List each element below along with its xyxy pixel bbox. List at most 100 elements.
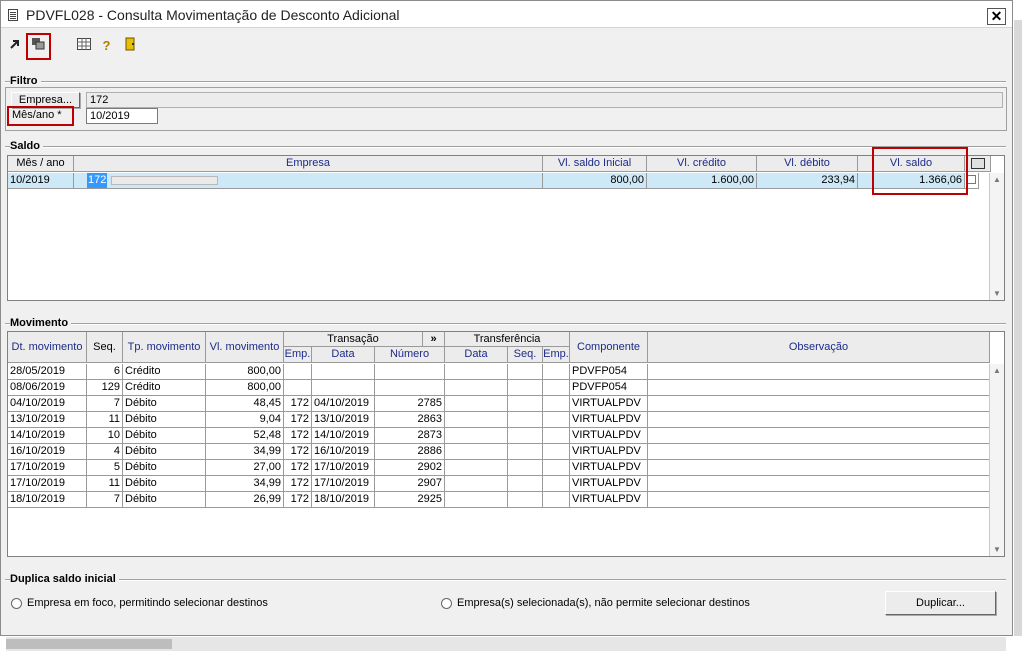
col-credito[interactable]: Vl. crédito — [647, 156, 757, 172]
mov-tdata — [445, 444, 508, 460]
mov-observacao — [648, 476, 990, 492]
grid-icon[interactable] — [75, 37, 92, 54]
scroll-up-arrow[interactable]: ▲ — [991, 173, 1003, 187]
mov-observacao — [648, 380, 990, 396]
mov-temp — [543, 428, 570, 444]
table-row[interactable]: 14/10/2019 10 Débito 52,48 172 14/10/2019 2873… — [8, 428, 990, 444]
mov-observacao — [648, 364, 990, 380]
saldo-grid[interactable]: Mês / ano Empresa Vl. saldo Inicial Vl. … — [7, 155, 1005, 301]
table-row[interactable]: 04/10/2019 7 Débito 48,45 172 04/10/2019 2785 V… — [8, 396, 990, 412]
col-dt-movimento[interactable]: Dt. movimento — [8, 332, 87, 363]
mov-emp: 172 — [284, 428, 312, 444]
mov-componente: VIRTUALPDV — [570, 396, 648, 412]
saldo-row[interactable]: 10/2019 172 800,00 1.600,00 233,94 1.366… — [8, 173, 979, 189]
mov-tdata — [445, 460, 508, 476]
exit-door-icon[interactable] — [122, 37, 139, 54]
col-componente[interactable]: Componente — [570, 332, 648, 363]
close-button[interactable]: ✕ — [987, 8, 1006, 25]
table-row[interactable]: 16/10/2019 4 Débito 34,99 172 16/10/2019 2886 V… — [8, 444, 990, 460]
duplica-label: Duplica saldo inicial — [10, 573, 119, 585]
col-debito[interactable]: Vl. débito — [757, 156, 858, 172]
mov-temp — [543, 492, 570, 508]
export-icon[interactable] — [6, 37, 23, 54]
help-icon[interactable]: ? — [98, 37, 115, 54]
mov-tp: Débito — [123, 444, 206, 460]
mov-seq: 7 — [87, 492, 123, 508]
column-chooser-icon[interactable] — [965, 156, 991, 172]
mov-componente: VIRTUALPDV — [570, 428, 648, 444]
col-transferencia-emp[interactable]: Emp. — [543, 347, 570, 363]
mov-tdata — [445, 428, 508, 444]
expand-transacao-button[interactable]: » — [423, 332, 445, 347]
col-tp-movimento[interactable]: Tp. movimento — [123, 332, 206, 363]
radio-empresas-selecionadas[interactable] — [441, 598, 452, 609]
mov-componente: VIRTUALPDV — [570, 444, 648, 460]
mov-temp — [543, 412, 570, 428]
mov-observacao — [648, 444, 990, 460]
mov-data: 17/10/2019 — [312, 476, 375, 492]
col-transacao-emp[interactable]: Emp. — [284, 347, 312, 363]
radio-empresa-foco[interactable] — [11, 598, 22, 609]
col-observacao[interactable]: Observação — [648, 332, 990, 363]
mov-temp — [543, 460, 570, 476]
movimento-label: Movimento — [10, 317, 72, 329]
mov-tp: Crédito — [123, 380, 206, 396]
scroll-down-arrow[interactable]: ▼ — [991, 543, 1003, 556]
vl-saldo-highlight — [872, 147, 968, 195]
mov-tseq — [508, 380, 543, 396]
mesano-input[interactable]: 10/2019 — [86, 108, 158, 124]
mov-emp: 172 — [284, 396, 312, 412]
mov-tseq — [508, 412, 543, 428]
mov-numero: 2925 — [375, 492, 445, 508]
movimento-grid[interactable]: Dt. movimento Seq. Tp. movimento Vl. mov… — [7, 331, 1005, 557]
col-mes-ano[interactable]: Mês / ano — [8, 156, 74, 172]
mov-tdata — [445, 492, 508, 508]
mov-tseq — [508, 460, 543, 476]
scroll-down-arrow[interactable]: ▼ — [991, 287, 1003, 300]
col-transacao-data[interactable]: Data — [312, 347, 375, 363]
mov-tdata — [445, 396, 508, 412]
mov-seq: 5 — [87, 460, 123, 476]
mov-temp — [543, 444, 570, 460]
col-saldo-inicial[interactable]: Vl. saldo Inicial — [543, 156, 647, 172]
saldo-empresa-cell: 172 — [74, 173, 543, 189]
col-vl-movimento[interactable]: Vl. movimento — [206, 332, 284, 363]
radio-empresa-foco-label[interactable]: Empresa em foco, permitindo selecionar d… — [27, 597, 268, 609]
horizontal-scrollbar[interactable] — [6, 637, 1006, 651]
mov-temp — [543, 396, 570, 412]
mov-emp — [284, 364, 312, 380]
col-transferencia-seq[interactable]: Seq. — [508, 347, 543, 363]
table-row[interactable]: 08/06/2019 129 Crédito 800,00 PDVFP054 — [8, 380, 990, 396]
mov-tp: Débito — [123, 460, 206, 476]
col-transferencia-data[interactable]: Data — [445, 347, 508, 363]
toolbar: ? — [1, 32, 1012, 62]
col-transferencia[interactable]: Transferência — [445, 332, 570, 347]
saldo-mes-ano: 10/2019 — [8, 173, 74, 189]
table-row[interactable]: 17/10/2019 11 Débito 34,99 172 17/10/2019 2907… — [8, 476, 990, 492]
table-row[interactable]: 28/05/2019 6 Crédito 800,00 PDVFP054 — [8, 364, 990, 380]
movimento-scrollbar[interactable]: ▲ ▼ — [989, 364, 1004, 556]
mov-temp — [543, 380, 570, 396]
saldo-scrollbar[interactable]: ▲ ▼ — [989, 173, 1004, 300]
table-row[interactable]: 18/10/2019 7 Débito 26,99 172 18/10/2019 2925 V… — [8, 492, 990, 508]
col-seq[interactable]: Seq. — [87, 332, 123, 363]
scroll-up-arrow[interactable]: ▲ — [991, 364, 1003, 378]
table-row[interactable]: 17/10/2019 5 Débito 27,00 172 17/10/2019 2902 V… — [8, 460, 990, 476]
mov-vl: 27,00 — [206, 460, 284, 476]
mov-numero: 2863 — [375, 412, 445, 428]
mov-tseq — [508, 476, 543, 492]
duplicar-button[interactable]: Duplicar... — [885, 591, 996, 615]
mov-componente: VIRTUALPDV — [570, 476, 648, 492]
saldo-credito-value: 1.600,00 — [647, 173, 757, 189]
col-empresa[interactable]: Empresa — [74, 156, 543, 172]
mov-numero — [375, 364, 445, 380]
table-row[interactable]: 13/10/2019 11 Débito 9,04 172 13/10/2019 2863 V… — [8, 412, 990, 428]
duplica-divider — [5, 579, 1006, 581]
horizontal-scroll-thumb[interactable] — [6, 639, 172, 649]
mov-tseq — [508, 364, 543, 380]
mov-seq: 10 — [87, 428, 123, 444]
col-transacao-numero[interactable]: Número — [375, 347, 445, 363]
mov-tseq — [508, 396, 543, 412]
radio-empresas-selecionadas-label[interactable]: Empresa(s) selecionada(s), não permite s… — [457, 597, 750, 609]
col-transacao[interactable]: Transação — [284, 332, 423, 347]
